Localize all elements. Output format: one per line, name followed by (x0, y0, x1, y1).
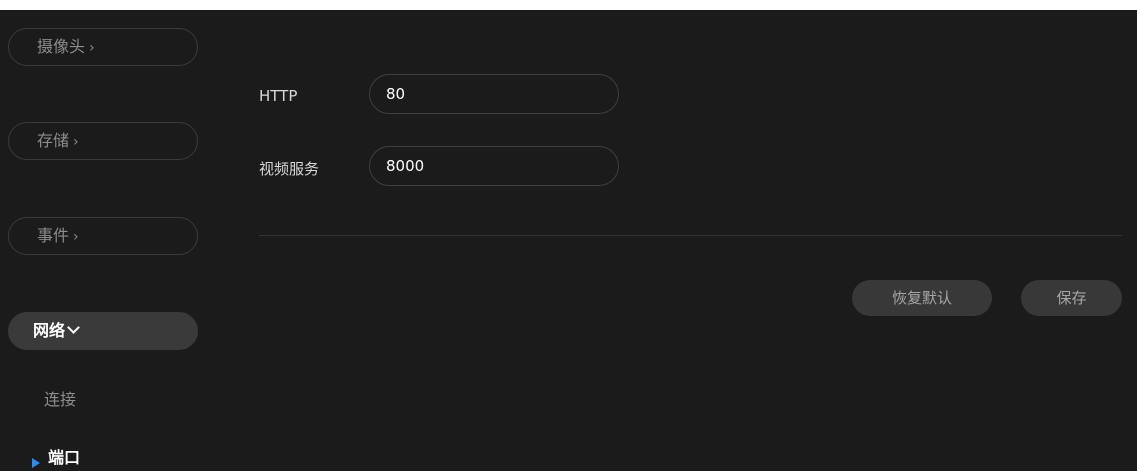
active-marker-icon (32, 458, 40, 468)
sidebar-item-label: 摄像头 (37, 37, 86, 56)
sidebar-subitem-connection[interactable]: 连接 (44, 386, 76, 410)
sidebar-item-event[interactable]: 事件 › (8, 217, 198, 255)
sidebar-item-label: 网络 (33, 321, 66, 340)
sidebar-subitem-label: 连接 (44, 390, 77, 409)
form-divider (259, 235, 1122, 236)
sidebar-item-network[interactable]: 网络 (8, 312, 198, 350)
chevron-down-icon (67, 321, 80, 334)
network-port-settings-page: 摄像头› 存储› 事件› 网络 连接 端口 HTTP 视频服务 恢复默认 保存 (0, 0, 1137, 471)
http-port-input[interactable] (369, 74, 619, 114)
chevron-right-icon: › (73, 134, 79, 150)
sidebar-subitem-port[interactable]: 端口 (48, 444, 80, 468)
sidebar-item-label: 事件 (37, 226, 70, 245)
sidebar-item-label: 存储 (37, 131, 70, 150)
save-button[interactable]: 保存 (1021, 280, 1122, 316)
http-port-label: HTTP (259, 87, 298, 105)
chevron-right-icon: › (89, 40, 95, 56)
sidebar-subitem-label: 端口 (48, 448, 81, 467)
video-service-port-input[interactable] (369, 146, 619, 186)
restore-default-button[interactable]: 恢复默认 (852, 280, 992, 316)
video-service-port-label: 视频服务 (259, 160, 320, 178)
sidebar-item-storage[interactable]: 存储 › (8, 122, 198, 160)
sidebar-item-camera[interactable]: 摄像头 › (8, 28, 198, 66)
chevron-right-icon: › (73, 229, 79, 245)
